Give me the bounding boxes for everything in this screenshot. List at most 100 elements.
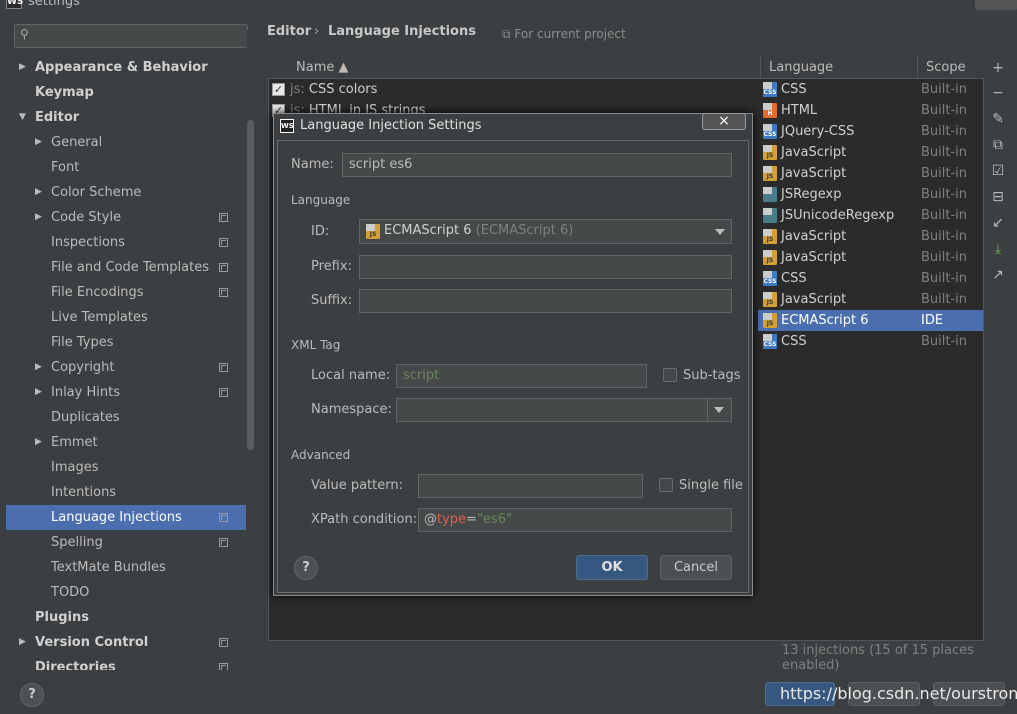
chevron-right-icon[interactable]: ▶: [35, 130, 42, 155]
single-file-checkbox[interactable]: [659, 478, 673, 492]
project-scope-icon: [219, 238, 228, 247]
add-injection-icon[interactable]: +: [990, 60, 1006, 76]
project-scope-icon: [219, 513, 228, 522]
chevron-right-icon[interactable]: ▶: [19, 55, 26, 80]
dialog-help-button[interactable]: ?: [294, 556, 318, 580]
table-row-language[interactable]: JS JavaScript: [760, 289, 917, 310]
sidebar-item-file-encodings[interactable]: File Encodings: [6, 280, 246, 305]
row-enabled-checkbox[interactable]: ✓: [272, 83, 285, 96]
sidebar-scrollbar-thumb[interactable]: [247, 120, 254, 450]
chevron-right-icon[interactable]: ▶: [19, 630, 26, 655]
sidebar-item-todo[interactable]: TODO: [6, 580, 246, 605]
chevron-right-icon[interactable]: ▶: [35, 430, 42, 455]
language-id-combo[interactable]: ECMAScript 6 (ECMAScript 6): [359, 219, 732, 244]
sidebar-item-color-scheme[interactable]: ▶ Color Scheme: [6, 180, 246, 205]
sidebar-item-font[interactable]: Font: [6, 155, 246, 180]
table-row-language[interactable]: JSRegexp: [760, 184, 917, 205]
download-icon[interactable]: ⤓: [990, 241, 1006, 257]
table-row-language[interactable]: JS ECMAScript 6: [760, 310, 917, 331]
table-row-language[interactable]: JS JavaScript: [760, 226, 917, 247]
table-row-scope: Built-in: [921, 82, 968, 97]
xpath-equals: =: [466, 512, 477, 527]
chevron-right-icon[interactable]: ▶: [35, 205, 42, 230]
chevron-right-icon[interactable]: ▶: [35, 180, 42, 205]
check-all-icon[interactable]: ☑: [990, 163, 1006, 179]
sidebar-item-version-control[interactable]: ▶ Version Control: [6, 630, 246, 655]
sidebar-item-label: Inspections: [51, 235, 125, 250]
sidebar-item-live-templates[interactable]: Live Templates: [6, 305, 246, 330]
sidebar-item-file-types[interactable]: File Types: [6, 330, 246, 355]
chevron-right-icon[interactable]: ▶: [35, 380, 42, 405]
column-header-scope[interactable]: Scope: [926, 60, 966, 75]
dialog-ok-button[interactable]: OK: [576, 555, 648, 580]
prefix-field[interactable]: [359, 255, 732, 279]
sidebar-item-language-injections[interactable]: Language Injections: [6, 505, 246, 530]
sidebar-item-code-style[interactable]: ▶ Code Style: [6, 205, 246, 230]
sidebar-item-directories[interactable]: Directories: [6, 655, 246, 670]
sidebar-item-intentions[interactable]: Intentions: [6, 480, 246, 505]
sidebar-item-emmet[interactable]: ▶ Emmet: [6, 430, 246, 455]
sidebar-item-inlay-hints[interactable]: ▶ Inlay Hints: [6, 380, 246, 405]
sidebar-item-textmate-bundles[interactable]: TextMate Bundles: [6, 555, 246, 580]
table-row-language[interactable]: JS JavaScript: [760, 247, 917, 268]
window-close-button[interactable]: [975, 0, 1017, 10]
suffix-field[interactable]: [359, 289, 732, 313]
table-row-language[interactable]: JSUnicodeRegexp: [760, 205, 917, 226]
edit-icon[interactable]: ✎: [990, 111, 1006, 127]
sidebar-item-file-and-code-templates[interactable]: File and Code Templates: [6, 255, 246, 280]
sidebar-item-general[interactable]: ▶ General: [6, 130, 246, 155]
breadcrumb-editor: Editor: [267, 24, 312, 39]
chevron-down-icon[interactable]: ▼: [19, 105, 26, 130]
name-field[interactable]: script es6: [342, 153, 732, 177]
sidebar-item-inspections[interactable]: Inspections: [6, 230, 246, 255]
export-icon[interactable]: ↗: [990, 267, 1006, 283]
value-pattern-label: Value pattern:: [311, 478, 403, 493]
sidebar-item-label: General: [51, 135, 103, 150]
table-row-scope: Built-in: [921, 292, 968, 307]
sidebar-item-appearance-behavior[interactable]: ▶ Appearance & Behavior: [6, 55, 246, 80]
sidebar-item-plugins[interactable]: Plugins: [6, 605, 246, 630]
table-row-name[interactable]: js: CSS colors: [290, 82, 377, 97]
injections-status: 13 injections (15 of 15 places enabled): [782, 643, 974, 673]
help-button[interactable]: ?: [20, 683, 44, 707]
language-name: JavaScript: [781, 166, 847, 181]
sidebar-item-copyright[interactable]: ▶ Copyright: [6, 355, 246, 380]
watermark-url: https://blog.csdn.net/ourstronger: [780, 684, 1017, 703]
sidebar-item-label: File and Code Templates: [51, 260, 209, 275]
sidebar-item-label: Color Scheme: [51, 185, 142, 200]
sub-tags-checkbox[interactable]: [663, 368, 677, 382]
table-row-language[interactable]: CSS CSS: [760, 79, 917, 100]
xpath-condition-field[interactable]: @type="es6": [418, 508, 732, 532]
dialog-cancel-button[interactable]: Cancel: [660, 555, 732, 580]
table-row-language[interactable]: CSS CSS: [760, 331, 917, 352]
sidebar-item-label: Copyright: [51, 360, 115, 375]
column-header-name[interactable]: Name ▲: [296, 60, 348, 75]
import-icon[interactable]: ↙: [990, 215, 1006, 231]
copy-icon[interactable]: ⧉: [990, 137, 1006, 153]
language-id-value: ECMAScript 6: [384, 223, 472, 238]
value-pattern-field[interactable]: [418, 474, 643, 498]
chevron-right-icon[interactable]: ▶: [35, 355, 42, 380]
single-file-label: Single file: [679, 478, 743, 493]
table-row-scope: Built-in: [921, 208, 968, 223]
language-name: JavaScript: [781, 145, 847, 160]
namespace-combo[interactable]: [396, 398, 732, 422]
remove-injection-icon[interactable]: −: [990, 85, 1006, 101]
sub-tags-label: Sub-tags: [683, 368, 741, 383]
sidebar-item-images[interactable]: Images: [6, 455, 246, 480]
table-row-language[interactable]: CSS JQuery-CSS: [760, 121, 917, 142]
settings-search-input[interactable]: [14, 24, 248, 48]
column-header-language[interactable]: Language: [769, 60, 833, 75]
table-row-language[interactable]: H HTML: [760, 100, 917, 121]
sidebar-item-editor[interactable]: ▼ Editor: [6, 105, 246, 130]
sidebar-item-spelling[interactable]: Spelling: [6, 530, 246, 555]
uncheck-all-icon[interactable]: ⊟: [990, 189, 1006, 205]
sidebar-item-keymap[interactable]: Keymap: [6, 80, 246, 105]
table-row-language[interactable]: CSS CSS: [760, 268, 917, 289]
table-row-language[interactable]: JS JavaScript: [760, 163, 917, 184]
local-name-field[interactable]: script: [396, 364, 647, 388]
sidebar-item-duplicates[interactable]: Duplicates: [6, 405, 246, 430]
table-row-language[interactable]: JS JavaScript: [760, 142, 917, 163]
dialog-close-button[interactable]: ×: [702, 113, 746, 130]
sidebar-item-label: Editor: [35, 110, 80, 125]
